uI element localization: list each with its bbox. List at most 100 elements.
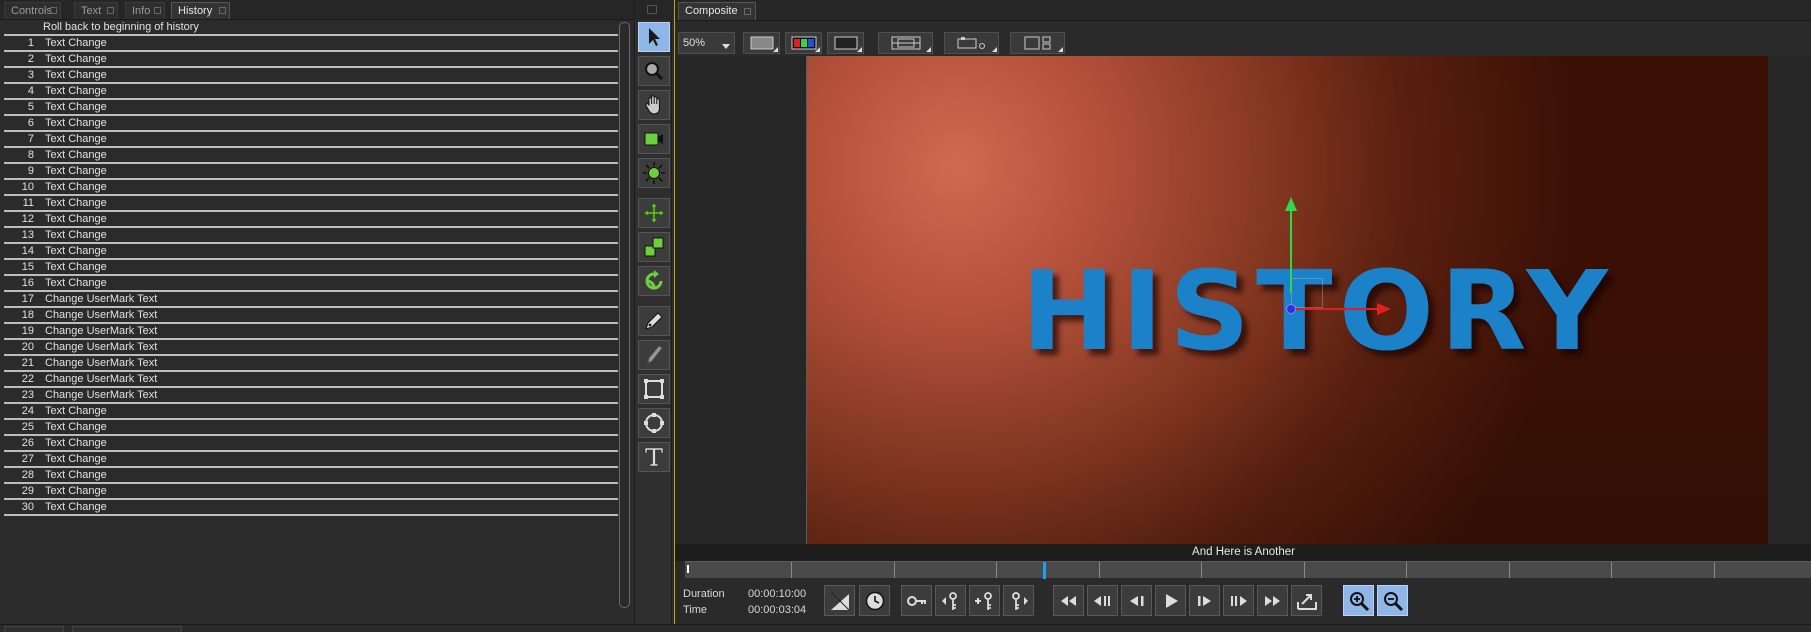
bottom-tab[interactable]	[72, 626, 182, 632]
select-tool-button[interactable]	[638, 22, 670, 52]
history-item-rollback[interactable]: Roll back to beginning of history	[4, 20, 618, 36]
history-item-number: 7	[27, 133, 34, 145]
history-item[interactable]: 20 Change UserMark Text	[4, 340, 618, 356]
history-item[interactable]: 1 Text Change	[4, 36, 618, 52]
gizmo-plane-handle[interactable]	[1291, 278, 1323, 308]
view-mode-button[interactable]	[827, 32, 864, 54]
render-button[interactable]	[1291, 585, 1322, 616]
keyframe-button[interactable]	[901, 585, 932, 616]
time-display-button[interactable]	[859, 585, 890, 616]
tab-controls[interactable]: Controls	[4, 2, 61, 19]
history-item[interactable]: 8 Text Change	[4, 148, 618, 164]
timeline-zoom-out-button[interactable]	[1377, 585, 1408, 616]
history-item[interactable]: 9 Text Change	[4, 164, 618, 180]
render-options-button[interactable]	[944, 32, 999, 54]
timeline-playhead[interactable]	[1043, 562, 1046, 579]
tab-composite[interactable]: Composite	[678, 2, 756, 20]
interpolation-button[interactable]	[824, 585, 855, 616]
add-keyframe-button[interactable]	[969, 585, 1000, 616]
history-item[interactable]: 28 Text Change	[4, 468, 618, 484]
pencil-tool-button[interactable]	[638, 340, 670, 370]
history-item[interactable]: 18 Change UserMark Text	[4, 308, 618, 324]
tab-close-icon[interactable]	[744, 8, 751, 15]
tab-close-icon[interactable]	[107, 7, 114, 14]
history-item[interactable]: 13 Text Change	[4, 228, 618, 244]
history-item-number: 11	[22, 197, 34, 209]
history-item[interactable]: 7 Text Change	[4, 132, 618, 148]
composite-viewport[interactable]: HISTORY	[806, 56, 1768, 547]
move-tool-button[interactable]	[638, 198, 670, 228]
history-item[interactable]: 25 Text Change	[4, 420, 618, 436]
history-item[interactable]: 12 Text Change	[4, 212, 618, 228]
channels-button[interactable]	[785, 32, 822, 54]
history-item[interactable]: 21 Change UserMark Text	[4, 356, 618, 372]
tab-info[interactable]: Info	[125, 2, 165, 19]
camera-tool-button[interactable]	[638, 124, 670, 154]
history-item[interactable]: 3 Text Change	[4, 68, 618, 84]
play-forward-button[interactable]	[1223, 585, 1254, 616]
gizmo-x-axis[interactable]	[1291, 308, 1381, 310]
rotate-tool-button[interactable]	[638, 266, 670, 296]
gizmo-x-arrow-icon[interactable]	[1377, 303, 1391, 315]
background-color-button[interactable]	[743, 32, 780, 54]
history-item[interactable]: 4 Text Change	[4, 84, 618, 100]
history-item[interactable]: 30 Text Change	[4, 500, 618, 516]
history-item[interactable]: 2 Text Change	[4, 52, 618, 68]
play-backward-button[interactable]	[1087, 585, 1118, 616]
text-tool-button[interactable]	[638, 442, 670, 472]
gizmo-origin-handle[interactable]	[1286, 304, 1296, 314]
previous-keyframe-button[interactable]	[935, 585, 966, 616]
history-item[interactable]: 19 Change UserMark Text	[4, 324, 618, 340]
pan-tool-button[interactable]	[638, 90, 670, 120]
next-keyframe-button[interactable]	[1003, 585, 1034, 616]
gizmo-y-arrow-icon[interactable]	[1285, 197, 1297, 211]
tab-text[interactable]: Text	[74, 2, 118, 19]
pen-tool-button[interactable]	[638, 306, 670, 336]
marker-label[interactable]: And Here is Another	[675, 544, 1811, 561]
viewport-text-layer[interactable]: HISTORY	[1021, 256, 1614, 366]
history-item[interactable]: 10 Text Change	[4, 180, 618, 196]
time-value[interactable]: 00:00:03:04	[748, 604, 806, 616]
history-item[interactable]: 6 Text Change	[4, 116, 618, 132]
dropdown-corner-icon	[926, 47, 931, 52]
history-item[interactable]: 11 Text Change	[4, 196, 618, 212]
ellipse-mask-button[interactable]	[638, 408, 670, 438]
rewind-button[interactable]	[1053, 585, 1084, 616]
history-item[interactable]: 17 Change UserMark Text	[4, 292, 618, 308]
timeline-zoom-in-button[interactable]	[1343, 585, 1374, 616]
scale-tool-button[interactable]	[638, 232, 670, 262]
history-scrollbar[interactable]	[619, 22, 630, 608]
safe-area-button[interactable]	[878, 32, 933, 54]
history-item[interactable]: 22 Change UserMark Text	[4, 372, 618, 388]
history-item[interactable]: 14 Text Change	[4, 244, 618, 260]
step-forward-button[interactable]	[1189, 585, 1220, 616]
history-item[interactable]: 23 Change UserMark Text	[4, 388, 618, 404]
tab-history[interactable]: History	[171, 2, 230, 19]
tab-close-icon[interactable]	[219, 7, 226, 14]
zoom-tool-button[interactable]	[638, 56, 670, 86]
panel-menu-icon[interactable]	[647, 5, 657, 14]
tab-close-icon[interactable]	[154, 7, 161, 14]
step-backward-button[interactable]	[1121, 585, 1152, 616]
duration-value[interactable]: 00:00:10:00	[748, 588, 806, 600]
history-item[interactable]: 15 Text Change	[4, 260, 618, 276]
zoom-select[interactable]: 50%	[678, 32, 735, 54]
history-item[interactable]: 27 Text Change	[4, 452, 618, 468]
history-item-number: 21	[21, 357, 34, 369]
history-item[interactable]: 5 Text Change	[4, 100, 618, 116]
history-item[interactable]: 29 Text Change	[4, 484, 618, 500]
rectangle-mask-button[interactable]	[638, 374, 670, 404]
fast-forward-button[interactable]	[1257, 585, 1288, 616]
light-tool-button[interactable]	[638, 158, 670, 188]
composite-canvas-area[interactable]: HISTORY	[675, 56, 1811, 547]
bottom-tab[interactable]	[4, 626, 64, 632]
history-item-label: Text Change	[45, 85, 107, 97]
gizmo-y-axis[interactable]	[1290, 203, 1292, 293]
history-item[interactable]: 26 Text Change	[4, 436, 618, 452]
layout-options-button[interactable]	[1010, 32, 1065, 54]
history-item[interactable]: 16 Text Change	[4, 276, 618, 292]
timeline-ruler[interactable]	[685, 561, 1811, 579]
history-item[interactable]: 24 Text Change	[4, 404, 618, 420]
tab-close-icon[interactable]	[50, 7, 57, 14]
play-button[interactable]	[1155, 585, 1186, 616]
